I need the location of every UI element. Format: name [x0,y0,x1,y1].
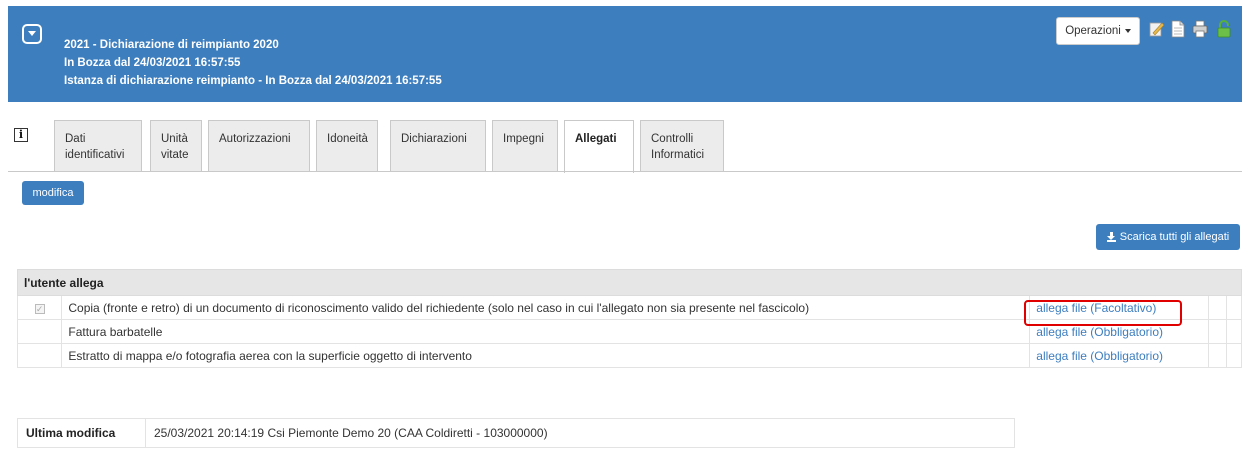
tab-label: Impegni [503,133,544,145]
table-row: Estratto di mappa e/o fotografia aerea c… [16,343,1242,368]
last-modified-label: Ultima modifica [18,419,146,447]
caret-down-icon [1124,29,1131,33]
operations-dropdown-button[interactable]: Operazioni [1056,17,1140,45]
tab-impegni[interactable]: Impegni [492,120,558,171]
collapse-toggle-icon[interactable] [22,24,42,44]
last-modified-row: Ultima modifica 25/03/2021 20:14:19 Csi … [17,418,1015,448]
tab-divider [8,171,1242,172]
tab-dati-identificativi[interactable]: Dati identificativi [54,120,142,171]
header-titles: 2021 - Dichiarazione di reimpianto 2020 … [64,36,442,90]
download-all-button[interactable]: Scarica tutti gli allegati [1096,224,1240,250]
print-icon[interactable] [1192,20,1208,38]
attachment-description: Copia (fronte e retro) di un documento d… [61,295,1031,320]
attach-file-link[interactable]: allega file (Obbligatorio) [1029,343,1209,368]
attachments-table: l'utente allega ✓ Copia (fronte e retro)… [16,269,1242,368]
tab-label: Controlli Informatici [651,133,705,161]
tab-allegati[interactable]: Allegati [564,120,634,173]
table-row: ✓ Copia (fronte e retro) di un documento… [16,295,1242,320]
download-all-label: Scarica tutti gli allegati [1119,231,1230,243]
tab-unita-vitate[interactable]: Unità vitate [150,120,202,171]
download-icon [1106,232,1116,242]
tab-label: Allegati [575,133,617,145]
tab-label: Dati identificativi [65,133,125,161]
attachment-description: Fattura barbatelle [61,319,1031,344]
tab-controlli-informatici[interactable]: Controlli Informatici [640,120,724,171]
unlock-icon[interactable] [1216,20,1232,38]
tab-autorizzazioni[interactable]: Autorizzazioni [208,120,310,171]
tab-label: Unità vitate [161,133,189,161]
table-row: Fattura barbatelle allega file (Obbligat… [16,319,1242,344]
attach-file-link[interactable]: allega file (Facoltativo) [1029,295,1209,320]
tab-dichiarazioni[interactable]: Dichiarazioni [390,120,486,171]
info-icon[interactable]: i [14,128,28,142]
section-title: l'utente allega [17,269,1242,296]
header-status: In Bozza dal 24/03/2021 16:57:55 [64,57,241,69]
header-title: 2021 - Dichiarazione di reimpianto 2020 [64,39,279,51]
tab-label: Autorizzazioni [219,133,291,145]
tab-label: Idoneità [327,133,368,145]
attachment-description: Estratto di mappa e/o fotografia aerea c… [61,343,1031,368]
header-instance: Istanza di dichiarazione reimpianto - In… [64,75,442,87]
operations-label: Operazioni [1065,25,1121,37]
modifica-button[interactable]: modifica [22,181,84,205]
last-modified-value: 25/03/2021 20:14:19 Csi Piemonte Demo 20… [154,426,548,440]
tab-label: Dichiarazioni [401,133,467,145]
page-header: 2021 - Dichiarazione di reimpianto 2020 … [8,6,1242,102]
tab-idoneita[interactable]: Idoneità [316,120,378,171]
document-icon[interactable] [1170,20,1186,38]
checkbox[interactable]: ✓ [34,303,45,314]
attach-file-link[interactable]: allega file (Obbligatorio) [1029,319,1209,344]
edit-document-icon[interactable] [1148,20,1164,38]
